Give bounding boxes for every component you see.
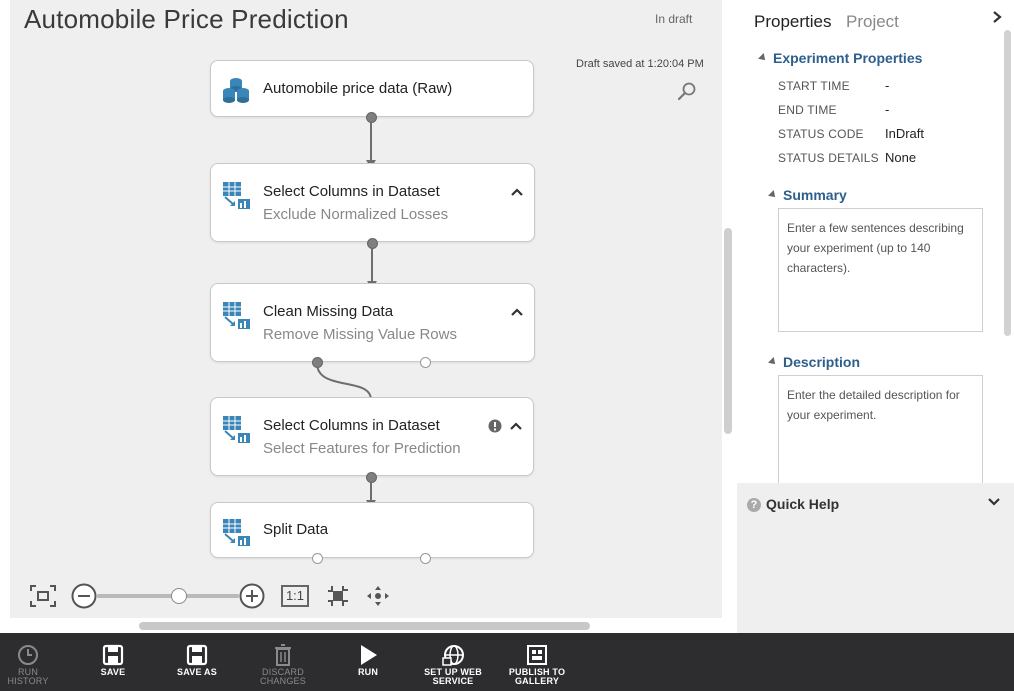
- run-button[interactable]: RUN: [348, 633, 388, 691]
- set-up-web-service-label: SET UP WEB SERVICE: [422, 668, 484, 686]
- web-service-line2: SERVICE: [432, 676, 474, 686]
- run-label: RUN: [357, 667, 379, 677]
- module-icon: [223, 416, 250, 443]
- publish-to-gallery-button[interactable]: PUBLISH TO GALLERY: [506, 633, 568, 691]
- zoom-out-icon[interactable]: [71, 583, 97, 609]
- database-icon: [223, 78, 249, 103]
- search-icon[interactable]: [677, 81, 697, 101]
- gallery-icon: [527, 645, 547, 665]
- zoom-slider-thumb[interactable]: [171, 588, 187, 604]
- saved-timestamp: Draft saved at 1:20:04 PM: [576, 58, 704, 70]
- module-title: Split Data: [263, 521, 329, 538]
- fit-to-screen-icon[interactable]: [30, 585, 56, 607]
- module-clean-missing-data[interactable]: Clean Missing Data Remove Missing Value …: [210, 283, 535, 362]
- pan-icon[interactable]: [366, 585, 390, 607]
- output-port[interactable]: [367, 238, 378, 249]
- save-icon: [102, 644, 124, 666]
- module-title: Select Columns in Dataset: [263, 183, 440, 200]
- output-port[interactable]: [312, 553, 323, 564]
- description-textarea[interactable]: Enter the detailed description for your …: [778, 375, 983, 483]
- module-split-data[interactable]: Split Data: [210, 502, 534, 558]
- module-title: Clean Missing Data: [263, 303, 394, 320]
- output-port[interactable]: [420, 357, 431, 368]
- tab-properties[interactable]: Properties: [754, 12, 831, 32]
- prop-label-status-details: STATUS DETAILS: [778, 151, 879, 165]
- quick-help-label[interactable]: Quick Help: [766, 496, 839, 512]
- publish-line2: GALLERY: [514, 676, 560, 686]
- set-up-web-service-button[interactable]: SET UP WEB SERVICE: [422, 633, 484, 691]
- prop-label-status-code: STATUS CODE: [778, 127, 864, 141]
- prop-value-status-code: InDraft: [885, 126, 925, 141]
- trash-icon: [275, 644, 291, 666]
- module-select-columns-1[interactable]: Select Columns in Dataset Exclude Normal…: [210, 163, 535, 242]
- status-label: In draft: [655, 12, 693, 26]
- save-as-button[interactable]: SAVE AS: [174, 633, 220, 691]
- help-icon: ?: [747, 498, 761, 512]
- publish-to-gallery-label: PUBLISH TO GALLERY: [506, 668, 568, 686]
- output-port[interactable]: [420, 553, 431, 564]
- discard-changes-button[interactable]: DISCARD CHANGES: [240, 633, 326, 691]
- module-select-columns-2[interactable]: Select Columns in Dataset Select Feature…: [210, 397, 534, 476]
- section-summary[interactable]: Summary: [768, 187, 847, 203]
- collapse-icon[interactable]: [509, 419, 523, 433]
- bottom-toolbar: RUN HISTORY SAVE SAVE AS DISCARD CHANGES: [0, 633, 1014, 691]
- save-button[interactable]: SAVE: [90, 633, 136, 691]
- prop-label-start-time: START TIME: [778, 79, 850, 93]
- collapse-icon[interactable]: [510, 305, 524, 319]
- module-icon: [223, 302, 250, 329]
- module-subtitle: Exclude Normalized Losses: [263, 206, 449, 223]
- globe-icon: [442, 645, 464, 666]
- run-history-label: RUN HISTORY: [7, 667, 49, 686]
- output-port[interactable]: [366, 112, 377, 123]
- save-label: SAVE: [100, 667, 126, 677]
- prop-value-end-time: -: [885, 102, 890, 117]
- prop-value-start-time: -: [885, 78, 890, 93]
- save-as-label: SAVE AS: [177, 667, 217, 677]
- zoom-to-fit-icon[interactable]: [327, 585, 349, 607]
- section-description[interactable]: Description: [768, 354, 861, 370]
- module-icon: [223, 182, 250, 209]
- prop-value-status-details: None: [885, 150, 917, 165]
- module-title: Select Columns in Dataset: [263, 417, 440, 434]
- module-subtitle: Remove Missing Value Rows: [263, 326, 457, 343]
- warning-icon[interactable]: [488, 419, 502, 433]
- run-history-button[interactable]: RUN HISTORY: [0, 633, 56, 691]
- clock-icon: [18, 645, 38, 665]
- module-icon: [223, 519, 250, 546]
- chevron-down-icon[interactable]: [987, 495, 1001, 509]
- output-port[interactable]: [366, 472, 377, 483]
- collapse-icon[interactable]: [510, 185, 524, 199]
- horizontal-scrollbar[interactable]: [139, 622, 590, 630]
- section-heading: Summary: [783, 187, 847, 203]
- actual-size-button[interactable]: 1:1: [281, 585, 309, 607]
- quick-help-panel: ? Quick Help: [737, 483, 1014, 633]
- discard-changes-label: DISCARD CHANGES: [260, 667, 306, 686]
- summary-textarea[interactable]: Enter a few sentences describing your ex…: [778, 208, 983, 332]
- properties-panel: Properties Project Experiment Properties…: [737, 0, 1014, 483]
- vertical-scrollbar[interactable]: [724, 228, 732, 434]
- section-experiment-properties[interactable]: Experiment Properties: [758, 50, 923, 66]
- collapse-triangle-icon: [768, 357, 778, 367]
- module-subtitle: Select Features for Prediction: [263, 440, 461, 457]
- section-heading: Experiment Properties: [773, 50, 923, 66]
- page-title: Automobile Price Prediction: [24, 4, 349, 34]
- section-heading: Description: [783, 354, 861, 370]
- zoom-slider-track[interactable]: [97, 594, 239, 598]
- module-title: Automobile price data (Raw): [263, 80, 453, 97]
- output-port[interactable]: [312, 357, 323, 368]
- chevron-right-icon[interactable]: [990, 10, 1004, 24]
- module-automobile-price-data[interactable]: Automobile price data (Raw): [210, 60, 534, 117]
- save-as-icon: [186, 644, 208, 666]
- prop-label-end-time: END TIME: [778, 103, 837, 117]
- play-icon: [361, 645, 377, 665]
- panel-scrollbar[interactable]: [1004, 30, 1011, 336]
- collapse-triangle-icon: [768, 190, 778, 200]
- collapse-triangle-icon: [758, 53, 768, 63]
- zoom-in-icon[interactable]: [239, 583, 265, 609]
- tab-project[interactable]: Project: [846, 12, 899, 32]
